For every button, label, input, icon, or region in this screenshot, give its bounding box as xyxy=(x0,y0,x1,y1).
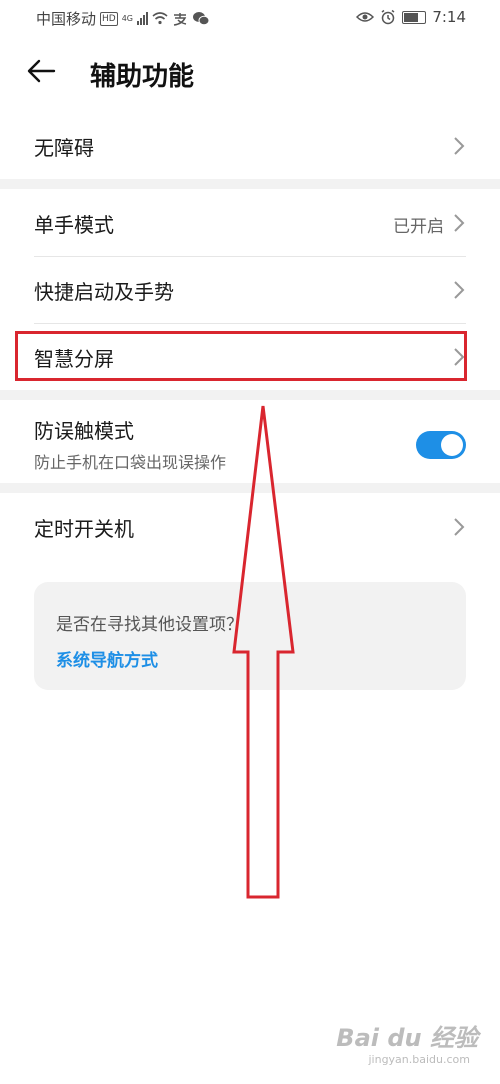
accessibility-label: 无障碍 xyxy=(34,136,94,160)
shortcuts-gestures-row[interactable]: 快捷启动及手势 xyxy=(0,257,500,323)
suggestion-card: 是否在寻找其他设置项？ 系统导航方式 xyxy=(34,582,466,690)
toggle-knob xyxy=(441,434,463,456)
shortcuts-gestures-label: 快捷启动及手势 xyxy=(34,280,174,304)
section-gap xyxy=(0,390,500,400)
section-gap xyxy=(0,179,500,189)
annotation-highlight-box xyxy=(15,331,467,381)
pocket-mode-row: 防误触模式 防止手机在口袋出现误操作 xyxy=(0,401,500,483)
header: 辅助功能 xyxy=(0,40,500,110)
back-button[interactable] xyxy=(26,56,66,92)
status-bar: 中国移动 HD 4G 7:14 xyxy=(0,0,500,36)
signal-icon xyxy=(137,12,149,25)
carrier-label: 中国移动 xyxy=(36,10,97,28)
suggestion-question: 是否在寻找其他设置项？ xyxy=(56,615,243,635)
watermark-url: jingyan.baidu.com xyxy=(368,1053,470,1066)
system-navigation-link[interactable]: 系统导航方式 xyxy=(56,646,158,671)
network-type-label: 4G xyxy=(121,13,134,23)
pocket-mode-label: 防误触模式 xyxy=(34,419,134,443)
eye-comfort-icon xyxy=(356,12,375,22)
hd-icon: HD xyxy=(100,11,118,26)
pocket-mode-description: 防止手机在口袋出现误操作 xyxy=(34,453,227,472)
pocket-mode-toggle[interactable] xyxy=(416,431,466,459)
alipay-icon xyxy=(173,12,187,26)
wechat-icon xyxy=(193,12,210,26)
wifi-icon xyxy=(152,12,168,25)
watermark-logo: Bai du 经验 xyxy=(336,1024,478,1052)
accessibility-row[interactable]: 无障碍 xyxy=(0,113,500,179)
arrow-left-icon xyxy=(27,59,56,83)
one-hand-mode-row[interactable]: 单手模式 已开启 xyxy=(0,190,500,256)
chevron-right-icon xyxy=(454,137,465,155)
one-hand-mode-label: 单手模式 xyxy=(34,213,114,237)
chevron-right-icon xyxy=(454,518,465,536)
watermark: Bai du 经验 jingyan.baidu.com xyxy=(336,1018,478,1066)
clock-label: 7:14 xyxy=(432,8,466,26)
alarm-icon xyxy=(381,9,395,25)
one-hand-mode-status: 已开启 xyxy=(393,217,444,237)
page-title: 辅助功能 xyxy=(90,62,195,92)
scheduled-power-label: 定时开关机 xyxy=(34,517,134,541)
chevron-right-icon xyxy=(454,214,465,232)
battery-icon xyxy=(402,10,427,24)
chevron-right-icon xyxy=(454,281,465,299)
section-gap xyxy=(0,483,500,493)
scheduled-power-row[interactable]: 定时开关机 xyxy=(0,494,500,560)
